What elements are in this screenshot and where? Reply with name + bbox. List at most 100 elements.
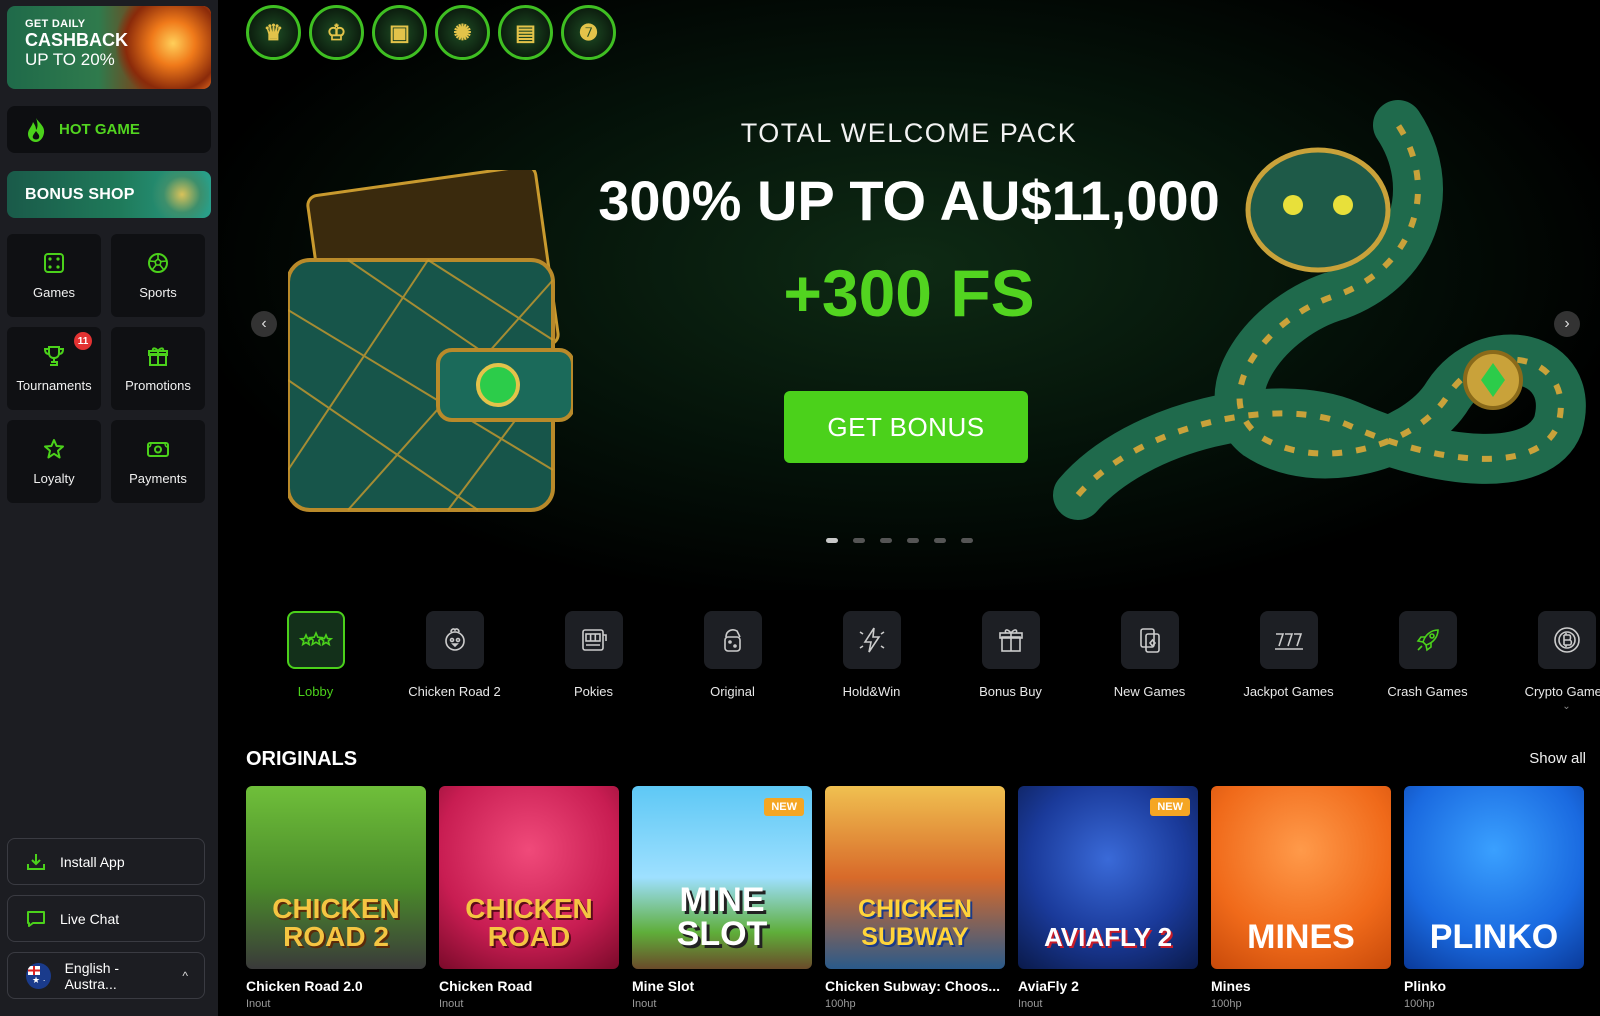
flame-icon: [28, 117, 45, 142]
rocket-icon: [1416, 629, 1439, 652]
sidebar-item-loyalty[interactable]: Loyalty: [7, 420, 101, 503]
live-chat-label: Live Chat: [60, 910, 120, 927]
dice-cup-icon: [723, 629, 741, 652]
install-app-button[interactable]: Install App: [7, 838, 205, 885]
game-thumbnail[interactable]: NEW MINE SLOT: [632, 786, 812, 969]
cashback-banner[interactable]: GET DAILY CASHBACK UP TO 20%: [7, 6, 211, 89]
game-card[interactable]: CHICKEN ROAD Chicken Road Inout: [439, 786, 619, 1010]
game-card[interactable]: PLINKO Plinko 100hp: [1404, 786, 1584, 1010]
category-lobby[interactable]: Lobby: [246, 611, 385, 712]
lightning-icon: [859, 627, 884, 653]
show-all-link[interactable]: Show all: [1529, 750, 1586, 767]
category-bonus-buy[interactable]: Bonus Buy: [941, 611, 1080, 712]
language-selector[interactable]: English - Austra... ^: [7, 952, 205, 999]
game-provider: Inout: [246, 998, 271, 1010]
sidebar-item-label: Sports: [139, 285, 177, 300]
bonus-shop-art: [149, 171, 209, 218]
gift-icon[interactable]: ▣: [372, 5, 427, 60]
category-original[interactable]: Original: [663, 611, 802, 712]
game-card[interactable]: NEW AVIAFLY 2 AviaFly 2 Inout: [1018, 786, 1198, 1010]
game-card[interactable]: CHICKEN SUBWAY Chicken Subway: Choos... …: [825, 786, 1005, 1010]
sidebar-item-label: Payments: [129, 471, 187, 486]
game-name: Mine Slot: [632, 978, 695, 994]
game-art-title: CHICKEN ROAD: [465, 893, 593, 952]
game-card[interactable]: MINES Mines 100hp: [1211, 786, 1391, 1010]
game-art-title: PLINKO: [1429, 918, 1559, 956]
crown-icon[interactable]: ♔: [309, 5, 364, 60]
get-bonus-button[interactable]: GET BONUS: [784, 391, 1028, 463]
hero-title: 300% UP TO AU$11,000: [598, 169, 1220, 232]
sidebar-item-sports[interactable]: Sports: [111, 234, 205, 317]
sidebar-item-promotions[interactable]: Promotions: [111, 327, 205, 410]
game-card[interactable]: CHICKEN ROAD 2 Chicken Road 2.0 Inout: [246, 786, 426, 1010]
game-thumbnail[interactable]: CHICKEN SUBWAY: [825, 786, 1005, 969]
cashback-small-text: GET DAILY: [25, 18, 86, 30]
game-card[interactable]: NEW MINE SLOT Mine Slot Inout: [632, 786, 812, 1010]
category-hold-and-win[interactable]: Hold&Win: [802, 611, 941, 712]
category-crash-games[interactable]: Crash Games: [1358, 611, 1497, 712]
sidebar: GET DAILY CASHBACK UP TO 20% HOT GAME BO…: [0, 0, 218, 1016]
category-chicken-road-2[interactable]: Chicken Road 2: [385, 611, 524, 712]
hot-game-label: HOT GAME: [59, 121, 140, 138]
notification-badge: 11: [74, 332, 92, 350]
sidebar-item-label: Games: [33, 285, 75, 300]
sidebar-item-tournaments[interactable]: 11 Tournaments: [7, 327, 101, 410]
sidebar-item-games[interactable]: Games: [7, 234, 101, 317]
hot-game-button[interactable]: HOT GAME: [7, 106, 211, 153]
game-name: Chicken Road: [439, 978, 533, 994]
game-thumbnail[interactable]: PLINKO: [1404, 786, 1584, 969]
seven-icon[interactable]: ❼: [561, 5, 616, 60]
gift-icon: [148, 347, 168, 366]
game-provider: 100hp: [1404, 998, 1435, 1010]
game-thumbnail[interactable]: CHICKEN ROAD: [439, 786, 619, 969]
chicken-icon: [444, 628, 465, 651]
game-art-title: MINES: [1247, 918, 1355, 956]
chevron-down-icon[interactable]: ⌄: [1562, 701, 1570, 712]
game-art-title: MINE SLOT: [676, 881, 768, 953]
game-thumbnail[interactable]: CHICKEN ROAD 2: [246, 786, 426, 969]
game-thumbnail[interactable]: MINES: [1211, 786, 1391, 969]
category-jackpot-games[interactable]: Jackpot Games: [1219, 611, 1358, 712]
game-name: AviaFly 2: [1018, 978, 1079, 994]
hero-banner: ♛ ♔ ▣ ✺ ▤ ❼ TOTAL WELCOME PACK 300% UP T…: [218, 0, 1600, 590]
carousel-dot[interactable]: [934, 538, 946, 543]
carousel-dot[interactable]: [907, 538, 919, 543]
category-label: Jackpot Games: [1243, 684, 1334, 699]
carousel-dot[interactable]: [880, 538, 892, 543]
category-new-games[interactable]: New Games: [1080, 611, 1219, 712]
carousel-dots: [826, 538, 973, 543]
bonus-shop-button[interactable]: BONUS SHOP: [7, 171, 211, 218]
category-crypto-games[interactable]: Crypto Games ⌄: [1497, 611, 1600, 712]
quick-icon-row: ♛ ♔ ▣ ✺ ▤ ❼: [246, 5, 616, 60]
carousel-dot[interactable]: [853, 538, 865, 543]
hero-free-spins: +300 FS: [783, 256, 1035, 330]
australia-flag-icon: [26, 962, 51, 989]
game-name: Mines: [1211, 978, 1251, 994]
new-badge: NEW: [1150, 798, 1190, 816]
game-provider: Inout: [632, 998, 657, 1010]
wheel-icon[interactable]: ✺: [435, 5, 490, 60]
chevron-left-icon[interactable]: ‹: [251, 311, 277, 337]
game-art-title: CHICKEN SUBWAY: [858, 895, 972, 951]
game-provider: Inout: [1018, 998, 1043, 1010]
carousel-dot[interactable]: [961, 538, 973, 543]
star-icon: [44, 439, 64, 459]
live-chat-button[interactable]: Live Chat: [7, 895, 205, 942]
category-label: Lobby: [297, 684, 334, 699]
sidebar-item-payments[interactable]: Payments: [111, 420, 205, 503]
main-content: ♛ ♔ ▣ ✺ ▤ ❼ TOTAL WELCOME PACK 300% UP T…: [218, 0, 1600, 1016]
cards-icon[interactable]: ▤: [498, 5, 553, 60]
cash-icon: [147, 442, 169, 457]
sidebar-nav-grid: Games Sports 11 Tournaments Promotions L…: [7, 234, 211, 503]
trophy-icon[interactable]: ♛: [246, 5, 301, 60]
cashback-title: CASHBACK: [25, 30, 128, 50]
category-label: New Games: [1113, 684, 1186, 699]
category-pokies[interactable]: Pokies: [524, 611, 663, 712]
game-thumbnail[interactable]: NEW AVIAFLY 2: [1018, 786, 1198, 969]
carousel-dot[interactable]: [826, 538, 838, 543]
game-name: Plinko: [1404, 978, 1447, 994]
gift-box-icon: [998, 629, 1023, 652]
chevron-right-icon[interactable]: ›: [1554, 311, 1580, 337]
cashback-amount: UP TO 20%: [25, 50, 115, 69]
category-label: Hold&Win: [842, 684, 901, 699]
